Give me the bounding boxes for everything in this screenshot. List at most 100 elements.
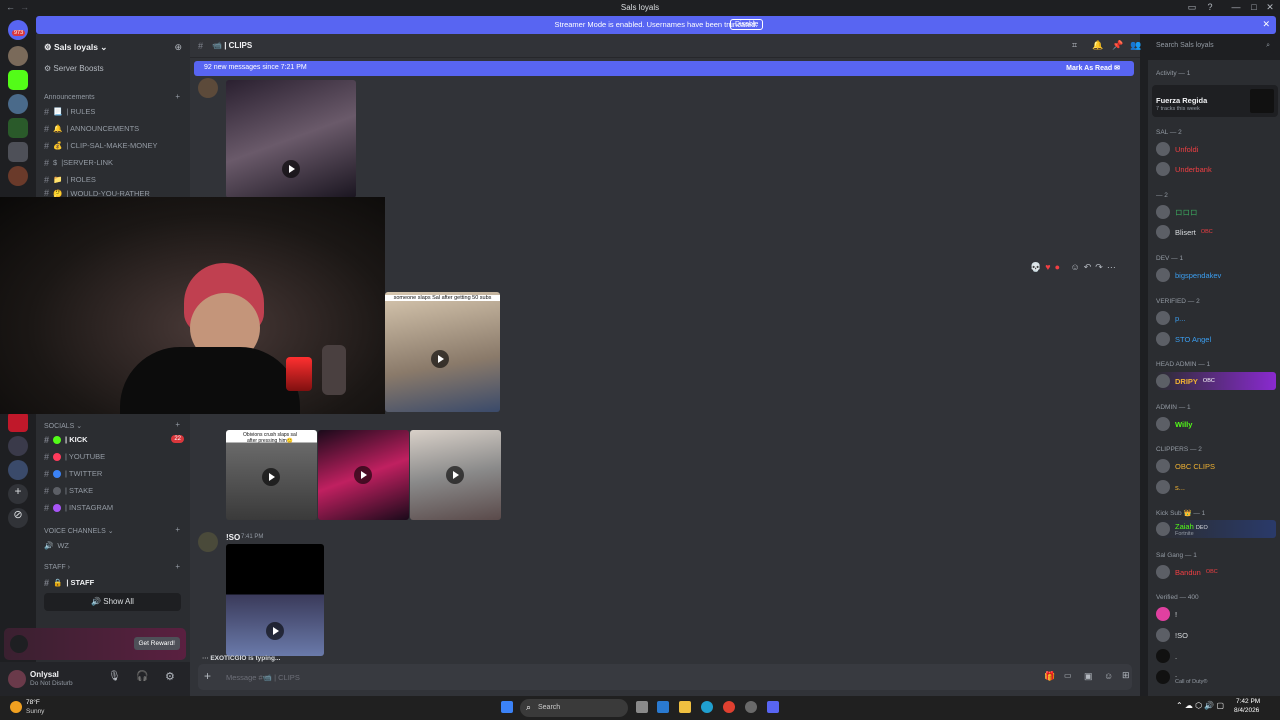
channel-twitter[interactable]: # | TWITTER [44,466,182,481]
member[interactable]: OBC CLIPS [1156,457,1215,475]
inbox-icon[interactable]: ▭ [1186,2,1198,14]
member[interactable]: Zaiah DEO Fortnite [1156,520,1276,538]
video-attachment[interactable] [226,544,324,656]
server-icon[interactable] [8,436,28,456]
add-server-icon[interactable]: + [8,484,28,504]
member[interactable]: . [1156,647,1177,665]
server-boosts-link[interactable]: ⚙ Server Boosts [44,64,104,73]
member[interactable]: Blisert OBC [1156,223,1213,241]
category-staff[interactable]: STAFF › [44,564,70,571]
channel-stake[interactable]: # | STAKE [44,483,182,498]
add-channel-icon[interactable]: + [175,525,180,534]
message-author[interactable]: !SO [226,533,240,542]
member[interactable]: STO Angel [1156,330,1211,348]
server-icon[interactable] [8,412,28,432]
emoji-icon[interactable]: ☺ [1104,671,1113,681]
taskbar-search[interactable]: ⌕ Search [520,699,628,717]
video-attachment[interactable] [318,430,409,520]
channel-announcements[interactable]: # 🔔 | ANNOUNCEMENTS [44,121,182,136]
play-icon[interactable] [282,160,300,178]
member[interactable]: bigspendakev [1156,266,1221,284]
member[interactable]: !SO [1156,626,1188,644]
gif-icon[interactable]: ▭ [1064,671,1072,680]
channel-server-link[interactable]: # $ |SERVER-LINK [44,155,182,170]
close-icon[interactable]: ✕ [1262,19,1270,30]
play-icon[interactable] [446,466,464,484]
avatar[interactable] [8,670,26,688]
kick-server-icon[interactable] [8,70,28,90]
member[interactable]: Underbank [1156,160,1212,178]
mark-as-read-button[interactable]: Mark As Read ✉ [1066,64,1120,72]
show-all-button[interactable]: 🔊 Show All [44,593,181,611]
get-reward-button[interactable]: Get Reward! [133,637,180,650]
server-icon[interactable] [8,166,28,186]
add-channel-icon[interactable]: + [175,562,180,571]
category-announcements[interactable]: Announcements [44,94,95,101]
disable-streamer-button[interactable]: Disable [730,19,764,30]
member[interactable]: . Call of Duty® [1156,668,1207,686]
channel-youtube[interactable]: # | YOUTUBE [44,449,182,464]
bell-icon[interactable]: 🔔 [1092,40,1103,51]
member[interactable]: ! [1156,605,1177,623]
video-attachment[interactable]: someone slaps Sal after getting 50 subs [385,292,500,412]
play-icon[interactable] [266,622,284,640]
play-icon[interactable] [431,350,449,368]
channel-would-you-rather[interactable]: # 🤔 | WOULD-YOU-RATHER [44,189,182,197]
chrome-icon[interactable] [723,701,735,713]
server-icon[interactable] [8,94,28,114]
add-channel-icon[interactable]: + [175,92,180,101]
discover-icon[interactable]: ⊘ [8,508,28,528]
edge-icon[interactable] [701,701,713,713]
member[interactable]: ロロロ [1156,203,1198,221]
headphones-icon[interactable]: 🎧 [136,671,148,682]
video-attachment[interactable] [410,430,501,520]
channel-kick[interactable]: # | KICK [44,432,182,447]
voice-channel-wz[interactable]: 🔊 WZ [44,538,182,553]
channel-instagram[interactable]: # | INSTAGRAM [44,500,182,515]
message-reactions[interactable]: 💀♥● ☺↶↷⋯ [1030,262,1120,273]
task-view-icon[interactable] [636,701,648,713]
category-socials[interactable]: SOCIALS ⌄ [44,422,82,430]
video-attachment[interactable] [226,80,356,198]
channel-staff[interactable]: # 🔒 | STAFF [44,575,182,590]
member[interactable]: Unfoldi [1156,140,1198,158]
apps-icon[interactable]: ⊞ [1122,670,1130,681]
avatar[interactable] [198,532,218,552]
member[interactable]: Bandun OBC [1156,563,1218,581]
server-icon[interactable] [8,460,28,480]
channel-clip-sal-make-money[interactable]: # 💰 | CLIP-SAL-MAKE-MONEY [44,138,182,153]
windows-start-icon[interactable] [501,701,513,713]
message-input[interactable]: Message #📹 | CLIPS [226,673,300,682]
threads-icon[interactable]: ⌗ [1072,40,1077,51]
mail-icon[interactable] [657,701,669,713]
maximize-icon[interactable]: □ [1248,2,1260,14]
help-icon[interactable]: ? [1204,2,1216,14]
server-name[interactable]: ⚙ Sals loyals ⌄ [44,42,107,53]
play-icon[interactable] [262,468,280,486]
member[interactable]: Willy [1156,415,1192,433]
sticker-icon[interactable]: ▣ [1084,671,1093,682]
category-voice[interactable]: VOICE CHANNELS ⌄ [44,527,114,535]
settings-icon[interactable]: ⚙ [165,670,175,683]
minimize-icon[interactable]: — [1230,2,1242,14]
channel-rules[interactable]: # 📃 | RULES [44,104,182,119]
weather-icon[interactable] [10,701,22,713]
server-icon[interactable] [8,46,28,66]
new-messages-bar[interactable]: 92 new messages since 7:21 PM Mark As Re… [194,61,1134,76]
server-icon[interactable] [8,118,28,138]
avatar[interactable] [198,78,218,98]
system-tray-icon[interactable]: ⌃ ☁ ⬡ 🔊 ▢ [1176,701,1224,710]
member[interactable]: s... [1156,478,1185,496]
member[interactable]: p... [1156,309,1185,327]
add-friend-icon[interactable]: ⊕ [174,42,182,53]
search-input[interactable]: Search Sals loyals ⌕ [1152,39,1274,54]
message-composer[interactable]: + Message #📹 | CLIPS 🎁 ▭ ▣ ☺ ⊞ [198,664,1132,690]
play-icon[interactable] [354,466,372,484]
discord-icon[interactable] [767,701,779,713]
add-channel-icon[interactable]: + [175,420,180,429]
activity-card[interactable]: Fuerza Regida 7 tracks this week [1152,85,1278,117]
member[interactable]: DRIPY OBC [1156,372,1276,390]
file-explorer-icon[interactable] [679,701,691,713]
app-icon[interactable] [745,701,757,713]
add-attachment-icon[interactable]: + [204,669,211,683]
